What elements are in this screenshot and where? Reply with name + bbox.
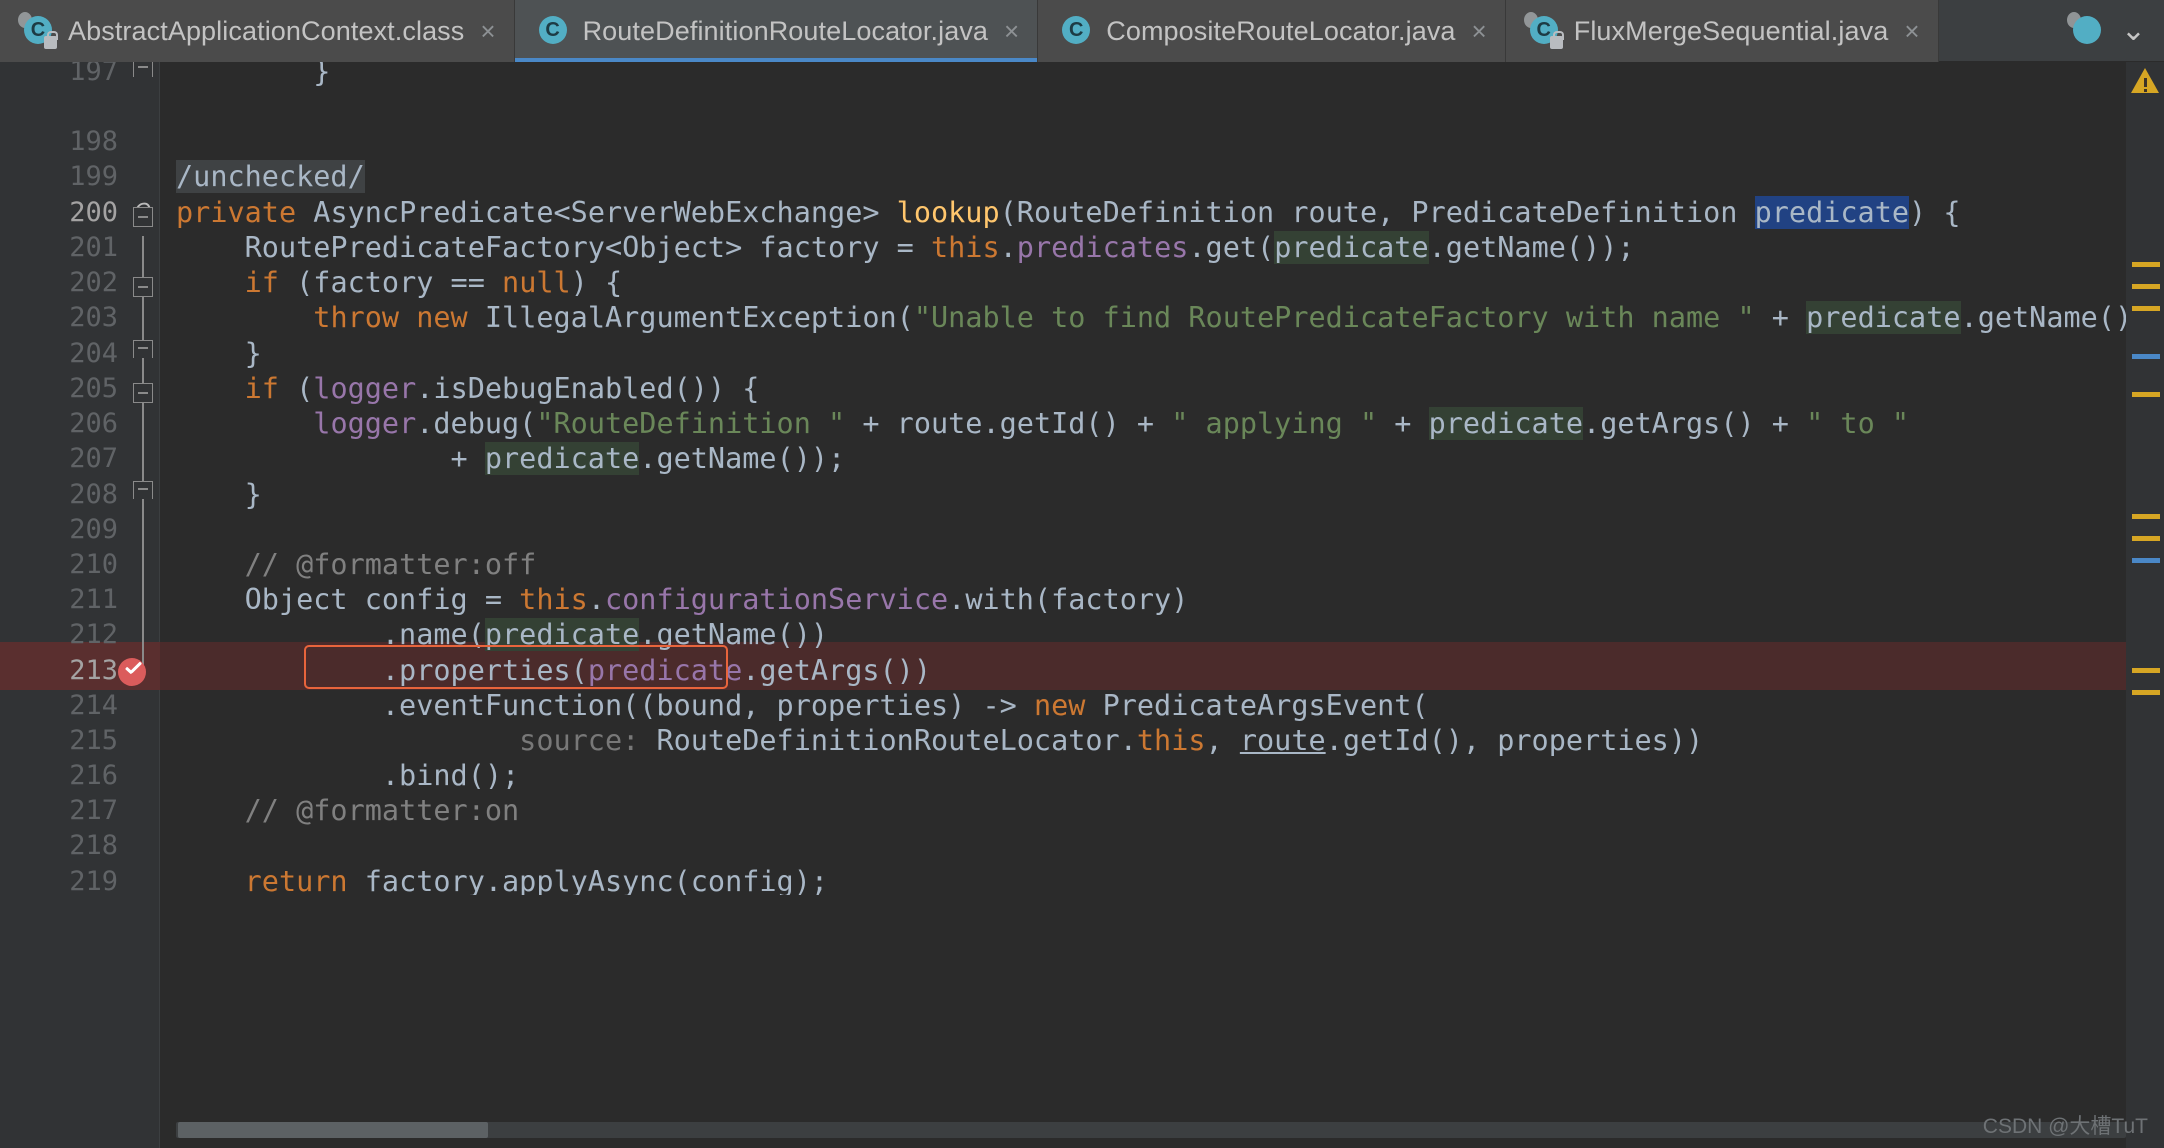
- bottom-clip-mask: [160, 895, 2164, 935]
- stripe-mark[interactable]: [2132, 668, 2160, 673]
- java-class-icon: C: [1060, 14, 1094, 48]
- line-number: 197: [0, 62, 118, 96]
- close-icon[interactable]: ×: [1900, 18, 1919, 44]
- editor-tab-3[interactable]: C FluxMergeSequential.java ×: [1506, 0, 1939, 62]
- analysis-stripe[interactable]: [2126, 62, 2164, 1148]
- close-icon[interactable]: ×: [1000, 18, 1019, 44]
- horizontal-scrollbar-thumb[interactable]: [178, 1122, 488, 1138]
- code-editor[interactable]: 197 } 198 199 /unchecked/ 200 @ private …: [0, 62, 2164, 1148]
- fold-marker-end-icon[interactable]: [130, 481, 156, 507]
- stripe-mark[interactable]: [2132, 514, 2160, 519]
- editor-tab-label: FluxMergeSequential.java: [1574, 16, 1889, 47]
- watermark-text: CSDN @大槽TuT: [1983, 1110, 2148, 1140]
- fold-marker-end-icon[interactable]: [130, 340, 156, 366]
- editor-tab-label: CompositeRouteLocator.java: [1106, 16, 1455, 47]
- stripe-mark[interactable]: [2132, 284, 2160, 289]
- editor-tab-label: AbstractApplicationContext.class: [68, 16, 464, 47]
- fold-marker-end-icon[interactable]: [130, 62, 156, 85]
- warning-triangle-icon[interactable]: [2131, 68, 2159, 94]
- line-number: 219: [0, 858, 118, 906]
- editor-tab-2[interactable]: C CompositeRouteLocator.java ×: [1038, 0, 1506, 62]
- stripe-mark[interactable]: [2132, 392, 2160, 397]
- editor-tab-0[interactable]: C AbstractApplicationContext.class ×: [0, 0, 515, 62]
- stripe-mark[interactable]: [2132, 262, 2160, 267]
- stripe-mark[interactable]: [2132, 558, 2160, 563]
- editor-tab-1[interactable]: C RouteDefinitionRouteLocator.java ×: [515, 0, 1039, 62]
- java-class-icon: C: [537, 14, 571, 48]
- java-class-partial-icon: [2071, 14, 2105, 48]
- stripe-mark[interactable]: [2132, 690, 2160, 695]
- editor-tab-bar: C AbstractApplicationContext.class × C R…: [0, 0, 2164, 62]
- code-line-197[interactable]: 197 }: [0, 62, 2164, 96]
- java-class-readonly-icon: C: [1528, 14, 1562, 48]
- stripe-mark[interactable]: [2132, 306, 2160, 311]
- editor-tab-label: RouteDefinitionRouteLocator.java: [583, 16, 988, 47]
- stripe-mark[interactable]: [2132, 536, 2160, 541]
- close-icon[interactable]: ×: [1468, 18, 1487, 44]
- tab-overflow-area: ⌄: [2053, 0, 2164, 61]
- code-text: }: [176, 62, 330, 96]
- stripe-mark[interactable]: [2132, 354, 2160, 359]
- close-icon[interactable]: ×: [476, 18, 495, 44]
- chevron-down-icon[interactable]: ⌄: [2121, 13, 2146, 48]
- java-class-readonly-icon: C: [22, 14, 56, 48]
